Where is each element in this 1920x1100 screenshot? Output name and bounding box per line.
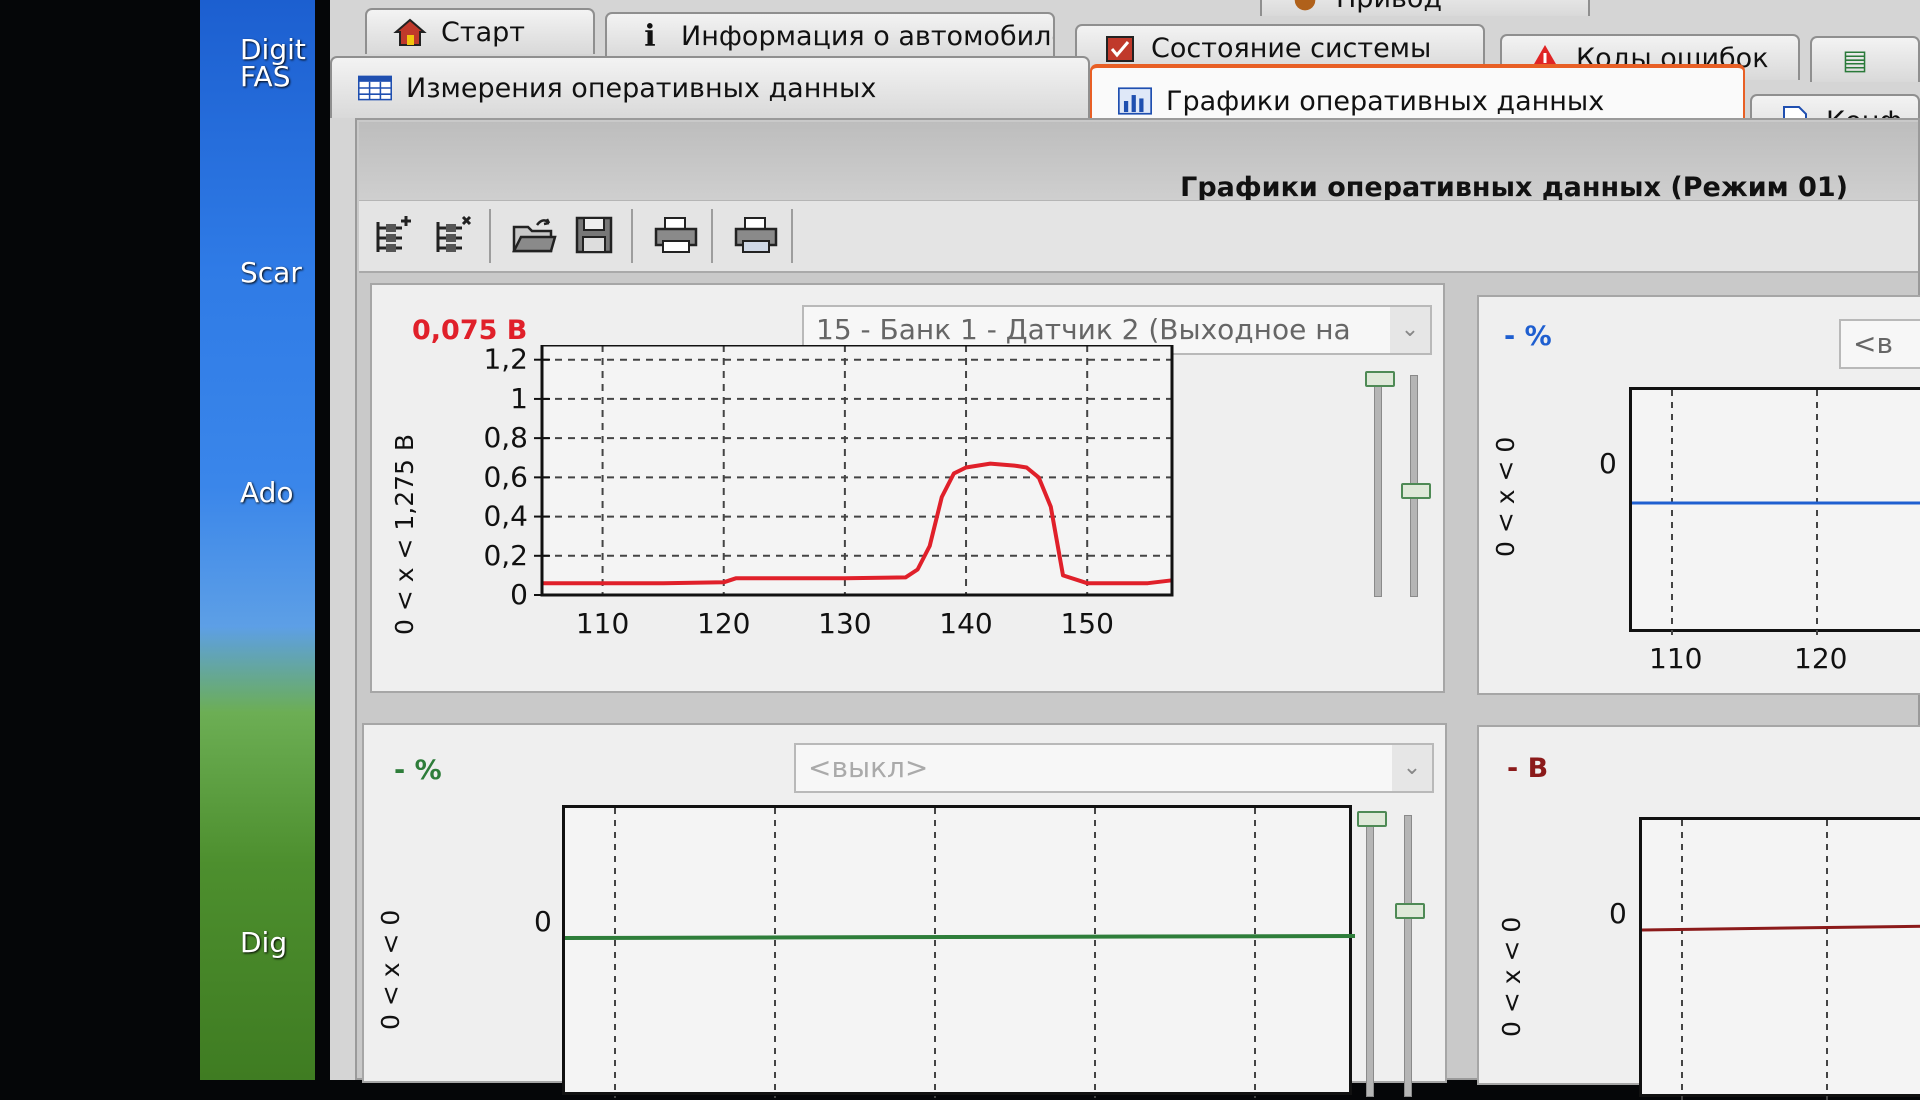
graph-panel-top-right: - % <в 0 < x < 0 0 110 120 — [1477, 295, 1920, 695]
toolbar — [359, 200, 1918, 273]
y-scale-min-slider[interactable] — [1401, 483, 1431, 499]
y-scale-min-slider[interactable] — [1395, 903, 1425, 919]
open-icon — [511, 218, 557, 253]
y-scale-max-slider[interactable] — [1365, 371, 1395, 387]
tab-label: Информация о автомобиле — [681, 20, 1055, 52]
graph-panel-bottom-left: - % <выкл> ⌄ 0 < x < 0 0 — [362, 723, 1447, 1098]
save-button[interactable] — [569, 211, 619, 259]
y-tick-label: 0,8 — [483, 421, 528, 454]
print-preview-icon — [734, 217, 778, 253]
y-scale-max-slider[interactable] — [1357, 811, 1387, 827]
y-zero-label: 0 — [1609, 897, 1627, 930]
add-graph-button[interactable] — [369, 211, 419, 259]
menu-icon: ▤ — [1842, 44, 1868, 76]
section-title: Графики оперативных данных (Режим 01) — [1180, 172, 1848, 203]
tab-label: Измерения оперативных данных — [406, 72, 877, 104]
current-value-readout: - В — [1507, 753, 1549, 784]
section-header: Графики оперативных данных (Режим 01) — [359, 122, 1918, 203]
x-tick-label: 110 — [576, 607, 629, 640]
tab-label: Старт — [441, 16, 525, 48]
chevron-down-icon[interactable]: ⌄ — [1392, 745, 1432, 791]
plot-grid — [565, 808, 1355, 1098]
plot-background — [542, 345, 1172, 595]
y-zero-label: 0 — [1599, 447, 1617, 480]
x-tick-label: 120 — [1794, 642, 1848, 675]
parameter-select-value: 15 - Банк 1 - Датчик 2 (Выходное на — [816, 313, 1351, 346]
y-range-label: 0 < x < 0 — [1497, 916, 1526, 1037]
series-line — [1642, 924, 1920, 932]
open-button[interactable] — [509, 211, 559, 259]
print-button[interactable] — [651, 211, 701, 259]
desktop-icon-label[interactable]: FAS — [240, 62, 290, 92]
tab-vehicle-info[interactable]: i Информация о автомобиле — [605, 12, 1055, 58]
desktop-icon-label[interactable]: Ado — [240, 478, 294, 508]
tab-start[interactable]: Старт — [365, 8, 595, 54]
tab-extra[interactable]: ▤ — [1810, 36, 1920, 82]
app-window: ● Привод Старт i Информация о автомобиле… — [330, 0, 1920, 1100]
print-preview-button[interactable] — [731, 211, 781, 259]
table-icon — [358, 73, 392, 103]
parameter-select[interactable]: <выкл> ⌄ — [794, 743, 1434, 793]
home-icon — [393, 17, 427, 47]
plot-area — [562, 805, 1355, 1098]
x-tick-label: 140 — [939, 607, 992, 640]
content-area: Графики оперативных данных (Режим 01) 0,… — [355, 118, 1920, 1100]
tab-live-measurements[interactable]: Измерения оперативных данных — [330, 56, 1090, 118]
tab-label: Состояние системы — [1151, 32, 1432, 64]
toolbar-separator — [711, 209, 713, 263]
parameter-select-value: <выкл> — [808, 751, 929, 784]
plot-area — [1639, 817, 1920, 1100]
y-range-label: 0 < x < 1,275 В — [390, 433, 419, 635]
toolbar-separator — [631, 209, 633, 263]
remove-graph-button[interactable] — [429, 211, 479, 259]
chevron-down-icon[interactable]: ⌄ — [1390, 307, 1430, 353]
y-scale-max-slider-track[interactable] — [1374, 375, 1382, 597]
y-tick-label: 0,4 — [483, 500, 528, 533]
desktop-background: Digit FAS Scar Ado Dig — [200, 0, 315, 1080]
remove-graph-icon — [436, 215, 472, 252]
line-chart: 0 0,2 0,4 0,6 0,8 1 1,2 110 120 130 140 150 — [483, 345, 1174, 640]
plot-grid — [1632, 390, 1920, 635]
desktop-icon-label[interactable]: Scar — [240, 258, 302, 288]
plot-grid — [1642, 820, 1920, 1100]
x-tick-label: 130 — [818, 607, 871, 640]
drive-icon: ● — [1288, 0, 1322, 14]
info-icon: i — [644, 18, 656, 54]
current-value-readout: - % — [1504, 321, 1552, 352]
y-range-label: 0 < x < 0 — [1491, 436, 1520, 557]
x-tick-label: 120 — [697, 607, 750, 640]
x-tick-label: 110 — [1649, 642, 1703, 675]
graph-panel-top-left: 0,075 В 15 - Банк 1 - Датчик 2 (Выходное… — [370, 283, 1445, 693]
y-tick-label: 1,2 — [483, 345, 528, 376]
add-graph-icon — [376, 216, 411, 252]
y-scale-max-slider-track[interactable] — [1366, 815, 1374, 1097]
x-tick-label: 150 — [1060, 607, 1113, 640]
chart-icon — [1118, 86, 1152, 116]
save-icon — [575, 216, 613, 254]
y-range-label: 0 < x < 0 — [376, 909, 405, 1030]
parameter-select[interactable]: <в — [1839, 319, 1920, 369]
series-line — [565, 934, 1355, 940]
y-tick-label: 1 — [510, 382, 528, 415]
y-scale-min-slider-track[interactable] — [1404, 815, 1412, 1097]
parameter-select-value: <в — [1853, 327, 1893, 360]
y-tick-label: 0 — [510, 578, 528, 611]
toolbar-separator — [489, 209, 491, 263]
plot-area — [1629, 387, 1920, 635]
graph-panel-bottom-right: - В 0 < x < 0 0 — [1477, 725, 1920, 1100]
y-tick-label: 0,2 — [483, 539, 528, 572]
current-value-readout: - % — [394, 755, 442, 786]
system-status-icon — [1103, 33, 1137, 63]
print-icon — [654, 217, 698, 253]
tab-label: Привод — [1336, 0, 1442, 14]
tab-label: Графики оперативных данных — [1166, 85, 1605, 117]
tab-drive[interactable]: ● Привод — [1260, 0, 1590, 16]
y-zero-label: 0 — [534, 905, 552, 938]
current-value-readout: 0,075 В — [412, 315, 528, 346]
y-tick-label: 0,6 — [483, 460, 528, 493]
toolbar-separator — [791, 209, 793, 263]
desktop-icon-label[interactable]: Dig — [240, 928, 287, 958]
